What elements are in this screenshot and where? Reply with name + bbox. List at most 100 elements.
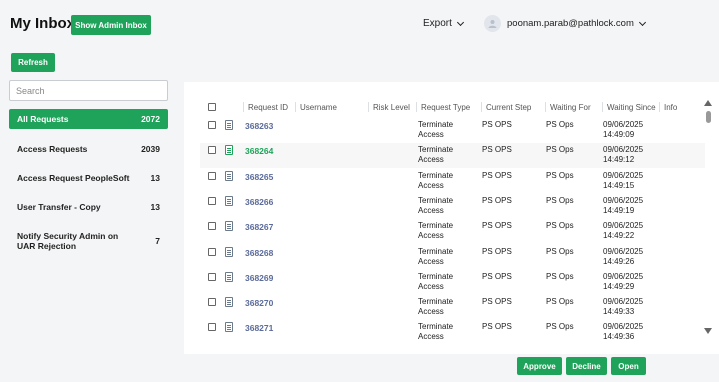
current-step-cell: PS OPS — [482, 322, 512, 331]
request-type-cell: Terminate Access — [418, 247, 454, 266]
document-icon[interactable] — [225, 297, 233, 307]
column-header-request-type[interactable]: Request Type — [416, 102, 470, 112]
row-checkbox[interactable] — [208, 298, 216, 306]
column-header-request-id[interactable]: Request ID — [243, 102, 288, 112]
request-type-cell: Terminate Access — [418, 297, 454, 316]
request-type-cell: Terminate Access — [418, 322, 454, 341]
export-dropdown[interactable]: Export — [423, 18, 464, 29]
document-icon[interactable] — [225, 272, 233, 282]
sidebar-item-notify-security-admin[interactable]: Notify Security Admin on UAR Rejection 7 — [9, 230, 168, 252]
waiting-for-cell: PS Ops — [546, 145, 574, 154]
request-id-link[interactable]: 368268 — [245, 248, 273, 258]
column-header-username[interactable]: Username — [295, 102, 337, 112]
document-icon[interactable] — [225, 247, 233, 257]
sidebar-item-access-request-peoplesoft[interactable]: Access Request PeopleSoft 13 — [9, 172, 168, 184]
row-checkbox[interactable] — [208, 248, 216, 256]
request-type-cell: Terminate Access — [418, 221, 454, 240]
search-input[interactable] — [9, 80, 168, 101]
document-icon[interactable] — [225, 145, 233, 155]
user-email: poonam.parab@pathlock.com — [507, 18, 634, 29]
document-icon[interactable] — [225, 171, 233, 181]
sidebar-item-count: 2039 — [141, 144, 160, 154]
waiting-for-cell: PS Ops — [546, 322, 574, 331]
request-type-cell: Terminate Access — [418, 145, 454, 164]
waiting-since-date: 09/06/2025 — [603, 120, 644, 129]
waiting-for-cell: PS Ops — [546, 247, 574, 256]
row-checkbox[interactable] — [208, 146, 216, 154]
column-header-waiting-for[interactable]: Waiting For — [545, 102, 591, 112]
chevron-down-icon — [638, 18, 646, 26]
column-header-info[interactable]: Info — [659, 102, 677, 112]
waiting-since-time: 14:49:36 — [603, 332, 635, 341]
avatar — [484, 15, 501, 32]
request-id-link[interactable]: 368270 — [245, 298, 273, 308]
row-checkbox[interactable] — [208, 172, 216, 180]
waiting-since-date: 09/06/2025 — [603, 297, 644, 306]
sidebar-item-user-transfer-copy[interactable]: User Transfer - Copy 13 — [9, 201, 168, 213]
current-step-cell: PS OPS — [482, 272, 512, 281]
show-admin-inbox-button[interactable]: Show Admin Inbox — [71, 15, 151, 35]
document-icon[interactable] — [225, 221, 233, 231]
document-icon[interactable] — [225, 322, 233, 332]
waiting-since-date: 09/06/2025 — [603, 322, 644, 331]
waiting-since-time: 14:49:22 — [603, 231, 635, 240]
waiting-for-cell: PS Ops — [546, 171, 574, 180]
row-checkbox[interactable] — [208, 273, 216, 281]
request-id-link[interactable]: 368265 — [245, 172, 273, 182]
select-all-checkbox[interactable] — [208, 103, 216, 111]
waiting-since-time: 14:49:29 — [603, 282, 635, 291]
sidebar-item-count: 13 — [150, 173, 160, 183]
waiting-since-time: 14:49:12 — [603, 155, 635, 164]
decline-button[interactable]: Decline — [566, 357, 607, 375]
chevron-down-icon — [456, 18, 464, 26]
export-label: Export — [423, 18, 452, 29]
user-icon — [488, 20, 497, 28]
column-header-waiting-since[interactable]: Waiting Since — [602, 102, 656, 112]
request-id-link[interactable]: 368263 — [245, 121, 273, 131]
row-checkbox[interactable] — [208, 323, 216, 331]
row-checkbox[interactable] — [208, 222, 216, 230]
scroll-down-arrow[interactable] — [704, 328, 712, 334]
request-type-cell: Terminate Access — [418, 171, 454, 190]
waiting-for-cell: PS Ops — [546, 272, 574, 281]
open-button[interactable]: Open — [611, 357, 646, 375]
column-header-current-step[interactable]: Current Step — [481, 102, 531, 112]
page-title: My Inbox — [10, 15, 76, 32]
waiting-since-time: 14:49:09 — [603, 130, 635, 139]
request-type-cell: Terminate Access — [418, 120, 454, 139]
current-step-cell: PS OPS — [482, 247, 512, 256]
row-checkbox[interactable] — [208, 197, 216, 205]
sidebar-item-label: All Requests — [17, 114, 69, 124]
request-id-link[interactable]: 368269 — [245, 273, 273, 283]
request-id-link[interactable]: 368271 — [245, 323, 273, 333]
sidebar-item-count: 7 — [155, 236, 160, 246]
request-id-link[interactable]: 368266 — [245, 197, 273, 207]
waiting-since-date: 09/06/2025 — [603, 247, 644, 256]
sidebar-item-label: User Transfer - Copy — [17, 202, 101, 212]
current-step-cell: PS OPS — [482, 171, 512, 180]
sidebar-item-count: 2072 — [141, 114, 160, 124]
user-menu[interactable]: poonam.parab@pathlock.com — [484, 15, 646, 32]
sidebar-item-access-requests[interactable]: Access Requests 2039 — [9, 143, 168, 155]
waiting-since-time: 14:49:33 — [603, 307, 635, 316]
row-checkbox[interactable] — [208, 121, 216, 129]
request-id-link[interactable]: 368264 — [245, 146, 273, 156]
current-step-cell: PS OPS — [482, 196, 512, 205]
waiting-since-date: 09/06/2025 — [603, 221, 644, 230]
sidebar-item-all-requests[interactable]: All Requests 2072 — [9, 109, 168, 129]
current-step-cell: PS OPS — [482, 221, 512, 230]
scroll-up-arrow[interactable] — [704, 100, 712, 106]
sidebar-item-label: Access Request PeopleSoft — [17, 173, 130, 183]
column-header-risk-level[interactable]: Risk Level — [368, 102, 410, 112]
waiting-for-cell: PS Ops — [546, 221, 574, 230]
approve-button[interactable]: Approve — [517, 357, 562, 375]
refresh-button[interactable]: Refresh — [11, 53, 55, 72]
waiting-for-cell: PS Ops — [546, 297, 574, 306]
waiting-since-time: 14:49:19 — [603, 206, 635, 215]
document-icon[interactable] — [225, 196, 233, 206]
request-id-link[interactable]: 368267 — [245, 222, 273, 232]
document-icon[interactable] — [225, 120, 233, 130]
waiting-since-date: 09/06/2025 — [603, 272, 644, 281]
waiting-since-time: 14:49:26 — [603, 257, 635, 266]
scrollbar-thumb[interactable] — [706, 111, 711, 123]
